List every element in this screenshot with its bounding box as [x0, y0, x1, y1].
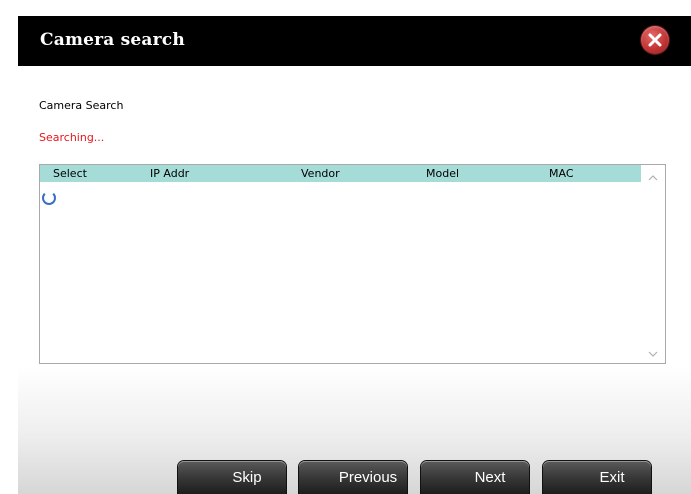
skip-button[interactable]: Skip	[178, 461, 286, 494]
previous-button[interactable]: Previous	[299, 461, 407, 494]
spinner-icon	[42, 191, 56, 205]
section-label: Camera Search	[39, 99, 124, 112]
search-status: Searching...	[39, 131, 105, 144]
window-title: Camera search	[40, 30, 185, 50]
column-header-mac[interactable]: MAC	[549, 167, 574, 180]
table-header: Select IP Addr Vendor Model MAC	[40, 165, 641, 182]
column-header-vendor[interactable]: Vendor	[301, 167, 340, 180]
title-bar: Camera search	[18, 16, 691, 66]
next-button[interactable]: Next	[421, 461, 529, 494]
close-button[interactable]	[641, 26, 669, 54]
column-header-model[interactable]: Model	[426, 167, 459, 180]
close-icon	[648, 33, 662, 47]
vertical-scrollbar[interactable]	[642, 165, 665, 363]
column-header-select[interactable]: Select	[53, 167, 87, 180]
scroll-down-icon[interactable]	[648, 350, 658, 358]
exit-button[interactable]: Exit	[543, 461, 651, 494]
camera-search-dialog: Camera search Camera Search Searching...…	[18, 16, 691, 494]
scroll-up-icon[interactable]	[648, 174, 658, 182]
camera-results-table: Select IP Addr Vendor Model MAC	[39, 164, 666, 364]
column-header-ip-addr[interactable]: IP Addr	[150, 167, 189, 180]
dialog-body: Camera Search Searching... Select IP Add…	[18, 66, 691, 494]
